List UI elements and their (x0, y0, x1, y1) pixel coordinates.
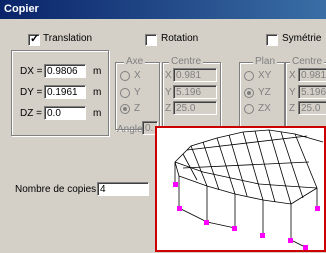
support-marker (204, 220, 209, 225)
centre-x-field[interactable]: 0.981 (173, 68, 217, 82)
centre-z-label: Z (165, 103, 172, 114)
dz-unit: m (93, 108, 102, 119)
window-title: Copier (4, 3, 39, 15)
centre-y-label: Y (165, 87, 172, 98)
rotation-checkbox[interactable] (145, 34, 157, 46)
symetrie-label: Symétrie (282, 33, 322, 44)
centre-group-title: Centre (169, 56, 204, 67)
translation-label: Translation (43, 33, 93, 44)
support-marker (315, 206, 320, 211)
centre2-z-label: Z (289, 103, 296, 114)
dy-field[interactable]: 0.1961 (44, 85, 86, 99)
centre2-group-title: Centre (290, 56, 325, 67)
title-bar: Copier (0, 0, 326, 19)
support-marker (260, 233, 265, 238)
plan-radio-xy[interactable] (244, 71, 254, 81)
dx-unit: m (93, 66, 102, 77)
symetrie-checkbox[interactable] (266, 34, 278, 46)
structure-wireframe (173, 129, 324, 250)
axe-radio-z[interactable] (120, 104, 130, 114)
axe-group-title: Axe (124, 56, 146, 67)
centre2-y-label: Y (289, 87, 296, 98)
axe-z-label: Z (134, 103, 141, 114)
dx-label: DX = (20, 66, 43, 77)
plan-group-title: Plan (253, 56, 278, 67)
axe-x-label: X (134, 70, 141, 81)
angle-label: Angle (117, 124, 143, 135)
support-marker (232, 226, 237, 231)
support-marker (288, 238, 293, 243)
axe-radio-y[interactable] (120, 88, 130, 98)
copies-field[interactable]: 4 (97, 182, 149, 196)
axe-radio-x[interactable] (120, 71, 130, 81)
plan-radio-zx[interactable] (244, 104, 254, 114)
axe-y-label: Y (134, 87, 141, 98)
centre2-z-field[interactable]: 25.0 (298, 101, 326, 115)
plan-zx-label: ZX (258, 103, 271, 114)
plan-radio-yz[interactable] (244, 88, 254, 98)
structure-preview (155, 126, 326, 252)
copies-label: Nombre de copies = (15, 184, 105, 195)
translation-checkbox[interactable] (28, 32, 40, 46)
support-marker (173, 182, 178, 187)
centre2-x-field[interactable]: 0.981 (298, 68, 326, 82)
plan-xy-label: XY (258, 70, 272, 81)
dy-unit: m (93, 87, 102, 98)
plan-yz-label: YZ (258, 87, 271, 98)
dz-label: DZ = (20, 108, 42, 119)
centre2-x-label: X (289, 70, 296, 81)
support-marker (177, 206, 182, 211)
rotation-label: Rotation (161, 33, 199, 44)
dx-field[interactable]: 0.9806 (44, 64, 86, 78)
dz-field[interactable]: 0.0 (44, 106, 86, 120)
centre-y-field[interactable]: 5.196 (173, 85, 217, 99)
centre-x-label: X (165, 70, 172, 81)
centre-z-field[interactable]: 25.0 (173, 101, 217, 115)
support-marker (303, 245, 308, 250)
centre2-y-field[interactable]: 5.196 (298, 85, 326, 99)
dy-label: DY = (20, 87, 43, 98)
